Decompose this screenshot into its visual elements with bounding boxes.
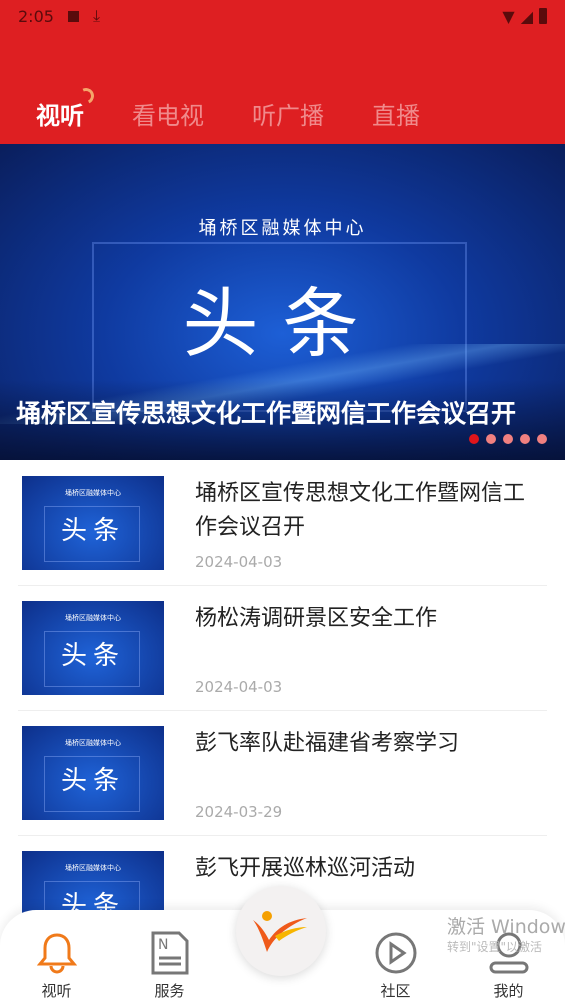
watermark-line1: 激活 Windows [447, 916, 565, 938]
nav-label: 我的 [493, 982, 524, 1000]
banner-org: 埇桥区融媒体中心 [198, 218, 367, 239]
news-thumbnail: 埇桥区融媒体中心头条 [22, 726, 164, 820]
play-icon [375, 932, 416, 974]
banner-headline: 头条 [182, 279, 383, 368]
tab-tv[interactable]: 看电视 [132, 96, 204, 131]
banner-carousel[interactable]: 埇桥区融媒体中心 头条 埇桥区宣传思想文化工作暨网信工作会议召开 [0, 144, 565, 460]
thumb-org: 埇桥区融媒体中心 [65, 739, 121, 747]
thumb-org: 埇桥区融媒体中心 [65, 864, 121, 872]
header: 2:05 ⤓ ▼ ◢ 视听 看电视 听广播 直播 [0, 0, 565, 144]
banner-title: 埇桥区宣传思想文化工作暨网信工作会议召开 [16, 399, 517, 428]
carousel-dots [469, 434, 547, 444]
news-thumbnail: 埇桥区融媒体中心头条 [22, 476, 164, 570]
tab-live[interactable]: 直播 [372, 96, 420, 131]
tab-radio[interactable]: 听广播 [252, 96, 324, 131]
carousel-dot[interactable] [520, 434, 530, 444]
news-date: 2024-04-03 [195, 678, 283, 696]
thumb-org: 埇桥区融媒体中心 [65, 489, 121, 497]
news-title: 彭飞开展巡林巡河活动 [195, 856, 416, 881]
news-title: 彭飞率队赴福建省考察学习 [195, 731, 460, 756]
nav-shiting[interactable]: 视听 [0, 910, 113, 1004]
app-logo-icon [253, 911, 307, 952]
status-bar: 2:05 ⤓ ▼ ◢ [18, 6, 547, 26]
signal-icon: ◢ [520, 6, 533, 26]
svg-text:N: N [158, 937, 168, 953]
tab-shiting[interactable]: 视听 [36, 85, 97, 131]
news-thumbnail: 埇桥区融媒体中心头条 [22, 601, 164, 695]
news-item[interactable]: 埇桥区融媒体中心头条 埇桥区宣传思想文化工作暨网信工作会议召开 2024-04-… [18, 461, 547, 586]
thumb-text: 头条 [60, 516, 125, 546]
nav-service[interactable]: N 服务 [113, 910, 226, 1004]
news-title: 埇桥区宣传思想文化工作暨网信工作会议召开 [195, 481, 526, 540]
carousel-dot[interactable] [537, 434, 547, 444]
tab-label: 视听 [36, 102, 84, 130]
news-item[interactable]: 埇桥区融媒体中心头条 杨松涛调研景区安全工作 2024-04-03 [18, 586, 547, 711]
nav-label: 视听 [41, 982, 72, 1000]
news-icon: N [151, 931, 188, 975]
news-title: 杨松涛调研景区安全工作 [195, 606, 438, 631]
battery-icon [539, 8, 547, 24]
nav-community[interactable]: 社区 [339, 910, 452, 1004]
a-icon [67, 10, 79, 22]
carousel-dot[interactable] [486, 434, 496, 444]
thumb-org: 埇桥区融媒体中心 [65, 614, 121, 622]
watermark-line2: 转到"设置"以激活 [447, 940, 543, 954]
news-item[interactable]: 埇桥区融媒体中心头条 彭飞率队赴福建省考察学习 2024-03-29 [18, 711, 547, 836]
clock: 2:05 [18, 6, 54, 26]
tab-bar: 视听 看电视 听广播 直播 [36, 85, 420, 131]
bell-icon [36, 933, 77, 974]
nav-label: 社区 [380, 982, 411, 1000]
news-date: 2024-04-03 [195, 553, 283, 571]
thumb-text: 头条 [60, 641, 125, 671]
download-icon: ⤓ [92, 6, 101, 25]
center-logo-button[interactable] [236, 886, 326, 976]
wifi-icon: ▼ [502, 6, 515, 26]
thumb-text: 头条 [60, 766, 125, 796]
nav-label: 服务 [154, 982, 185, 1000]
news-date: 2024-03-29 [195, 803, 283, 821]
carousel-dot[interactable] [469, 434, 479, 444]
carousel-dot[interactable] [503, 434, 513, 444]
